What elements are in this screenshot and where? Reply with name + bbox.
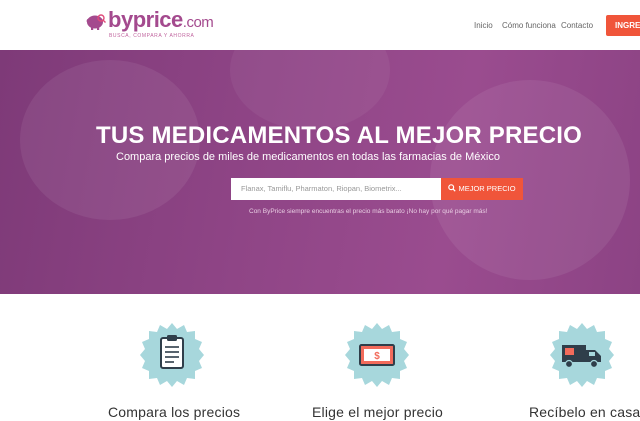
- hero-banner: TUS MEDICAMENTOS AL MEJOR PRECIO Compara…: [0, 50, 640, 294]
- search-button-label: MEJOR PRECIO: [458, 184, 516, 193]
- hero-background-shape: [230, 50, 390, 130]
- feature-choose-label: Elige el mejor precio: [312, 404, 444, 420]
- svg-text:$: $: [374, 351, 380, 362]
- feature-compare-label: Compara los precios: [108, 404, 241, 420]
- site-header: byprice.com BUSCA, COMPARA Y AHORRA Inic…: [0, 0, 640, 50]
- truck-icon: [550, 323, 614, 387]
- logo-tagline: BUSCA, COMPARA Y AHORRA: [109, 33, 195, 39]
- clipboard-icon: [140, 323, 204, 387]
- piggy-bank-logo-icon: [86, 14, 106, 30]
- hero-subtitle: Compara precios de miles de medicamentos…: [116, 151, 500, 163]
- feature-delivery-label: Recíbelo en casa: [529, 404, 640, 420]
- nav-link-inicio[interactable]: Inicio: [474, 21, 493, 30]
- logo-wordmark: byprice.com: [108, 7, 214, 32]
- search-icon: [448, 184, 457, 192]
- money-icon: $: [345, 323, 409, 387]
- hero-title: TUS MEDICAMENTOS AL MEJOR PRECIO: [95, 122, 582, 149]
- ingresa-button[interactable]: INGRESA: [606, 15, 640, 36]
- hero-note: Con ByPrice siempre encuentras el precio…: [249, 208, 488, 215]
- nav-link-contacto[interactable]: Contacto: [561, 21, 593, 30]
- best-price-search-button[interactable]: MEJOR PRECIO: [441, 178, 523, 200]
- nav-link-como-funciona[interactable]: Cómo funciona: [502, 21, 556, 30]
- medication-search-input[interactable]: Flanax, Tamiflu, Pharmaton, Riopan, Biom…: [231, 178, 441, 200]
